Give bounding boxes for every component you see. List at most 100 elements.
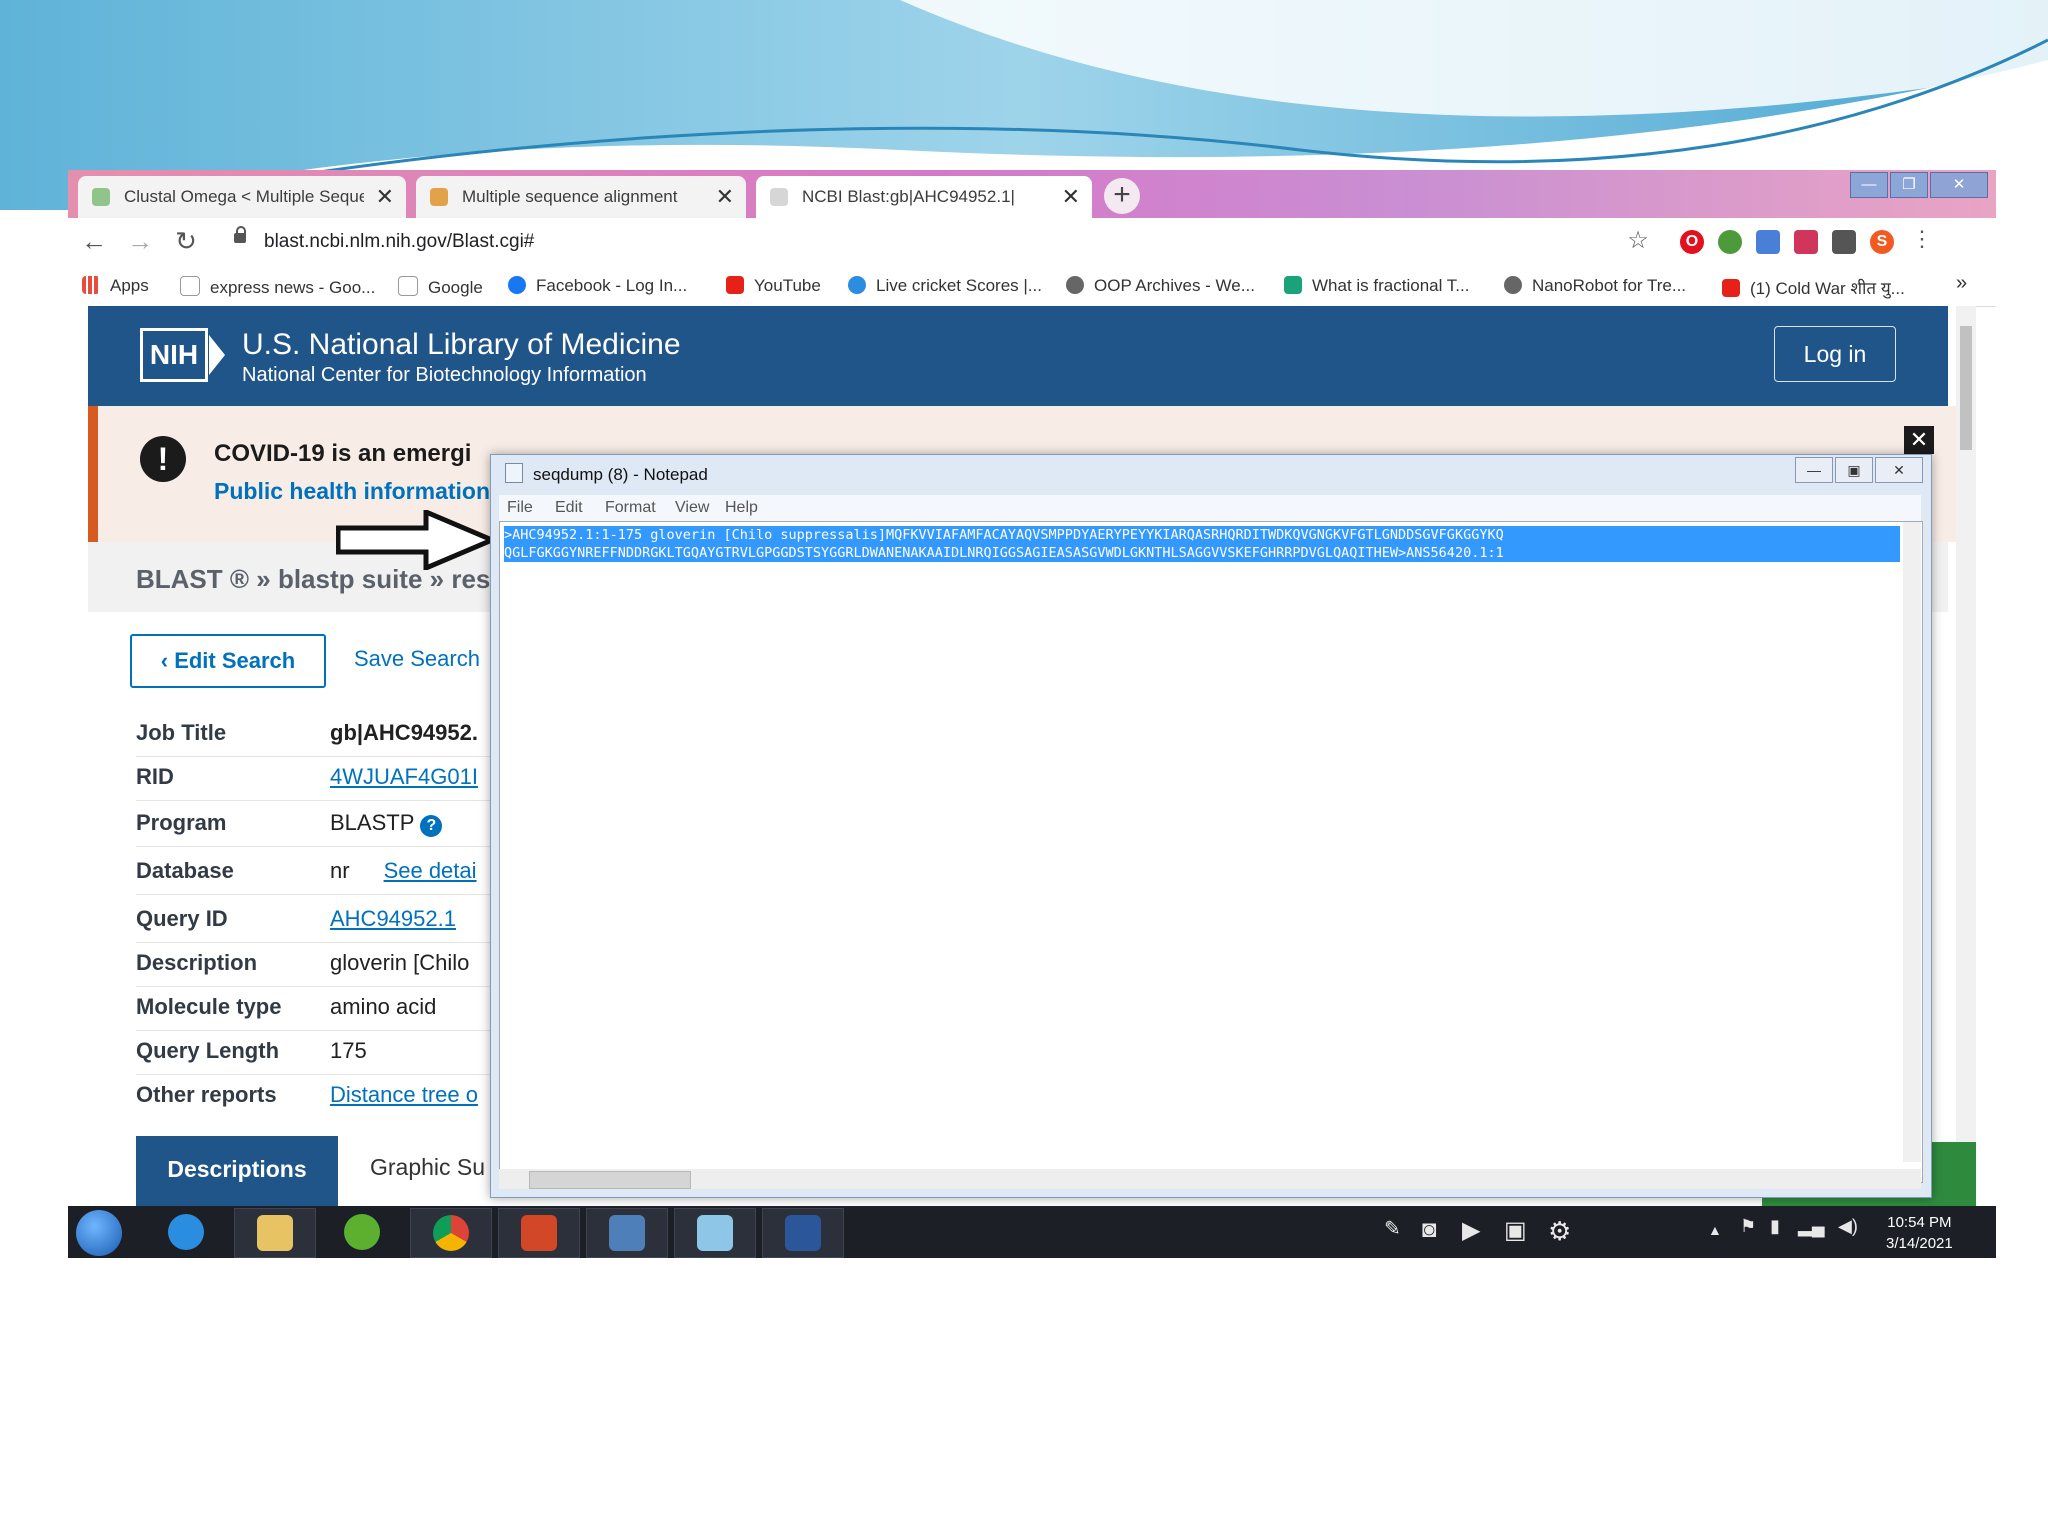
- pin-icon[interactable]: ✎: [1384, 1216, 1401, 1241]
- bookmark-apps[interactable]: Apps: [82, 276, 149, 296]
- bookmark-google[interactable]: Google: [398, 276, 483, 298]
- job-info-label: Program: [136, 810, 227, 835]
- taskbar-file-explorer[interactable]: [234, 1208, 316, 1258]
- bookmark-youtube[interactable]: YouTube: [726, 276, 821, 296]
- settings-gear-icon[interactable]: ⚙: [1548, 1216, 1571, 1247]
- job-info-label: Other reports: [136, 1082, 277, 1107]
- alert-icon: !: [140, 436, 186, 482]
- job-info-label: Query ID: [136, 906, 228, 931]
- tab-ncbi-blast[interactable]: NCBI Blast:gb|AHC94952.1| ✕: [756, 176, 1092, 218]
- see-details-link[interactable]: See detai: [384, 858, 477, 883]
- menu-view[interactable]: View: [675, 499, 709, 517]
- bookmark-express-news[interactable]: express news - Goo...: [180, 276, 375, 298]
- volume-icon[interactable]: ◀): [1838, 1216, 1858, 1237]
- tab-descriptions[interactable]: Descriptions: [136, 1136, 338, 1206]
- new-tab-button[interactable]: +: [1104, 178, 1140, 214]
- scrollbar-thumb[interactable]: [1960, 326, 1972, 450]
- globe-icon: [1066, 276, 1084, 294]
- bookmark-fractional[interactable]: What is fractional T...: [1284, 276, 1469, 296]
- minimize-icon[interactable]: —: [1795, 457, 1833, 483]
- taskbar-internet-explorer[interactable]: [146, 1208, 226, 1256]
- job-info-row: Query ID AHC94952.1: [136, 898, 516, 943]
- close-tab-icon[interactable]: ✕: [376, 184, 394, 210]
- close-window-icon[interactable]: ✕: [1930, 172, 1988, 198]
- bookmark-facebook[interactable]: Facebook - Log In...: [508, 276, 687, 296]
- job-info-label: RID: [136, 764, 174, 789]
- taskbar-photos[interactable]: [586, 1208, 668, 1258]
- tab-clustal-omega[interactable]: Clustal Omega < Multiple Seque ✕: [78, 176, 406, 218]
- bookmark-nanorobot[interactable]: NanoRobot for Tre...: [1504, 276, 1686, 296]
- database-value: nr: [330, 858, 350, 883]
- save-search-link[interactable]: Save Search: [354, 646, 480, 672]
- scrollbar-thumb[interactable]: [529, 1171, 691, 1189]
- system-clock[interactable]: 10:54 PM 3/14/2021: [1886, 1212, 1953, 1254]
- help-icon[interactable]: ?: [420, 815, 443, 837]
- globe-extension-icon[interactable]: [1718, 230, 1742, 254]
- browser-toolbar: ← → ↻ blast.ncbi.nlm.nih.gov/Blast.cgi# …: [68, 218, 1996, 266]
- taskbar-utorrent[interactable]: [322, 1208, 402, 1256]
- notepad-text-area[interactable]: >AHC94952.1:1-175 gloverin [Chilo suppre…: [499, 521, 1923, 1183]
- taskbar-notepad[interactable]: [674, 1208, 756, 1258]
- screenshot-icon[interactable]: ▣: [1504, 1216, 1527, 1245]
- opera-extension-icon[interactable]: O: [1680, 230, 1704, 254]
- distance-tree-link[interactable]: Distance tree o: [330, 1082, 478, 1108]
- profile-avatar[interactable]: S: [1870, 230, 1894, 254]
- menu-help[interactable]: Help: [725, 499, 758, 517]
- bookmark-live-cricket[interactable]: Live cricket Scores |...: [848, 276, 1042, 296]
- public-health-link[interactable]: Public health information: [214, 478, 490, 505]
- restore-icon[interactable]: ❐: [1890, 172, 1928, 198]
- dismiss-banner-icon[interactable]: ✕: [1904, 426, 1934, 454]
- query-id-link[interactable]: AHC94952.1: [330, 906, 456, 932]
- job-info-label: Database: [136, 858, 234, 883]
- youtube-icon: [726, 276, 744, 294]
- back-arrow-icon[interactable]: ←: [78, 226, 110, 257]
- cricket-site-icon: [848, 276, 866, 294]
- bookmark-cold-war[interactable]: (1) Cold War शीत यु...: [1722, 276, 1905, 299]
- program-value: BLASTP: [330, 810, 415, 835]
- close-tab-icon[interactable]: ✕: [1062, 184, 1080, 210]
- tab-graphic-summary[interactable]: Graphic Su: [370, 1154, 485, 1181]
- translate-extension-icon[interactable]: [1756, 230, 1780, 254]
- nih-logo[interactable]: NIH: [140, 328, 225, 382]
- msa-favicon-icon: [430, 188, 448, 206]
- taskbar-powerpoint[interactable]: [498, 1208, 580, 1258]
- notepad-horizontal-scrollbar[interactable]: [499, 1169, 1921, 1189]
- menu-file[interactable]: File: [507, 499, 533, 517]
- taskbar-word[interactable]: [762, 1208, 844, 1258]
- bookmark-star-icon[interactable]: ☆: [1622, 226, 1654, 255]
- annotation-arrow-icon: [336, 510, 496, 570]
- maximize-icon[interactable]: ▣: [1835, 457, 1873, 483]
- more-menu-icon[interactable]: ⋮: [1906, 226, 1938, 252]
- covid-heading: COVID-19 is an emergi: [214, 440, 472, 467]
- menu-format[interactable]: Format: [605, 499, 656, 517]
- action-center-flag-icon[interactable]: ⚑: [1740, 1216, 1756, 1237]
- tab-multiple-sequence-alignment[interactable]: Multiple sequence alignment ✕: [416, 176, 746, 218]
- edit-search-button[interactable]: ‹ Edit Search: [130, 634, 326, 688]
- rid-link[interactable]: 4WJUAF4G01I: [330, 764, 478, 790]
- menu-edit[interactable]: Edit: [555, 499, 583, 517]
- address-bar[interactable]: blast.ncbi.nlm.nih.gov/Blast.cgi#: [264, 231, 534, 253]
- start-button[interactable]: [76, 1210, 122, 1256]
- battery-icon[interactable]: ▮: [1770, 1216, 1780, 1237]
- video-icon[interactable]: ▶: [1462, 1216, 1480, 1245]
- notepad-vertical-scrollbar[interactable]: [1903, 522, 1921, 1162]
- forward-arrow-icon[interactable]: →: [124, 226, 156, 257]
- reload-icon[interactable]: ↻: [170, 226, 202, 257]
- network-signal-icon[interactable]: ▂▄: [1798, 1216, 1825, 1237]
- notepad-window[interactable]: seqdump (8) - Notepad — ▣ ✕ File Edit Fo…: [490, 454, 1932, 1198]
- taskbar-chrome[interactable]: [410, 1208, 492, 1258]
- job-info-label: Job Title: [136, 720, 227, 745]
- minimize-icon[interactable]: —: [1850, 172, 1888, 198]
- facebook-icon: [508, 276, 526, 294]
- more-bookmarks-icon[interactable]: »: [1956, 272, 1967, 295]
- bookmark-oop-archives[interactable]: OOP Archives - We...: [1066, 276, 1255, 296]
- login-button[interactable]: Log in: [1774, 326, 1896, 382]
- pocket-extension-icon[interactable]: [1794, 230, 1818, 254]
- extensions-puzzle-icon[interactable]: [1832, 230, 1856, 254]
- camera-icon[interactable]: ◙: [1422, 1216, 1437, 1244]
- close-tab-icon[interactable]: ✕: [716, 184, 734, 210]
- show-hidden-icons-icon[interactable]: ▲: [1708, 1222, 1722, 1238]
- close-icon[interactable]: ✕: [1875, 457, 1923, 483]
- nlm-header: NIH U.S. National Library of Medicine Na…: [88, 306, 1948, 406]
- page-scrollbar[interactable]: [1956, 306, 1976, 1206]
